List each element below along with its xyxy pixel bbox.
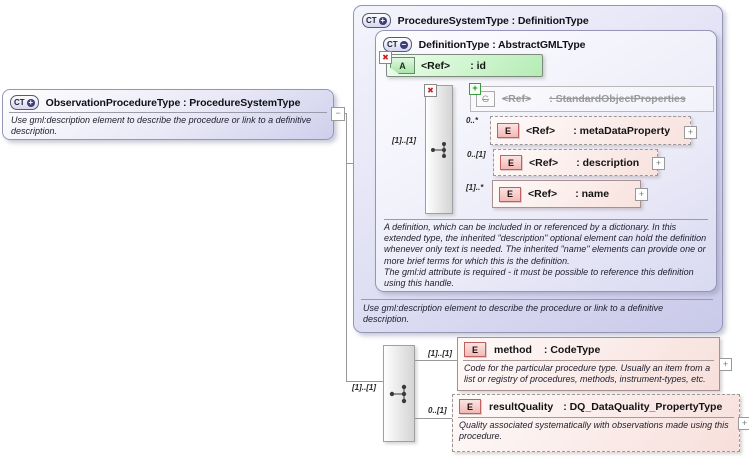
- connector-main-vertical: [346, 113, 347, 382]
- connector-to-resultquality: [413, 418, 452, 419]
- procedure-system-header: CT + ProcedureSystemType : DefinitionTyp…: [362, 13, 589, 28]
- element-type: : DQ_DataQuality_PropertyType: [563, 400, 723, 413]
- complex-type-icon: CT +: [362, 13, 391, 28]
- observation-description: Use gml:description element to describe …: [11, 115, 312, 137]
- definition-description-1: A definition, which can be included in o…: [384, 222, 707, 266]
- collapse-toggle[interactable]: −: [331, 107, 345, 121]
- element-type: : metaDataProperty: [573, 124, 671, 137]
- procedure-system-title: ProcedureSystemType : DefinitionType: [397, 14, 589, 27]
- element-name-label: resultQuality: [489, 400, 554, 413]
- group-standardobjectproperties[interactable]: G <Ref> : StandardObjectProperties: [470, 86, 714, 112]
- element-icon: E: [500, 155, 522, 170]
- definition-description-2: The gml:id attribute is required - it mu…: [384, 267, 694, 289]
- resultquality-description: Quality associated systematically with o…: [459, 420, 729, 442]
- complex-type-icon: CT −: [383, 37, 412, 52]
- name-cardinality: [1]..*: [466, 183, 484, 192]
- element-icon: E: [497, 123, 519, 138]
- main-sequence-bar[interactable]: [383, 345, 415, 442]
- connector-to-main-sequence: [347, 381, 383, 382]
- expand-icon[interactable]: +: [652, 157, 665, 170]
- attribute-ref: <Ref>: [421, 59, 451, 72]
- outer-separator: [361, 299, 713, 300]
- method-cardinality: [1]..[1]: [428, 349, 452, 358]
- element-ref: <Ref>: [526, 124, 556, 137]
- observation-header: CT + ObservationProcedureType : Procedur…: [10, 95, 300, 110]
- element-ref: <Ref>: [529, 156, 559, 169]
- expand-icon[interactable]: +: [635, 188, 648, 201]
- element-ref: <Ref>: [528, 188, 558, 200]
- element-name[interactable]: E <Ref> : name: [492, 180, 641, 208]
- inner-separator: [384, 219, 708, 220]
- element-resultquality[interactable]: E resultQuality : DQ_DataQuality_Propert…: [452, 394, 740, 452]
- element-name-label: method: [494, 343, 532, 356]
- expanded-badge-icon: +: [26, 97, 35, 107]
- element-type: : CodeType: [543, 343, 601, 356]
- element-icon: E: [499, 186, 521, 202]
- method-description: Code for the particular procedure type. …: [464, 363, 711, 385]
- element-icon: E: [459, 399, 481, 414]
- schema-diagram: CT + ProcedureSystemType : DefinitionTyp…: [0, 0, 749, 458]
- expand-icon[interactable]: +: [738, 417, 749, 430]
- expand-icon[interactable]: +: [719, 358, 732, 371]
- definition-type-title: DefinitionType : AbstractGMLType: [418, 38, 586, 51]
- main-sequence-cardinality: [1]..[1]: [352, 383, 376, 392]
- inner-sequence-bar[interactable]: [425, 85, 453, 214]
- element-type: : description: [576, 156, 640, 169]
- connector-to-method: [413, 360, 457, 361]
- element-metadataproperty[interactable]: E <Ref> : metaDataProperty: [490, 116, 691, 145]
- metadataproperty-cardinality: 0..*: [466, 116, 479, 125]
- sequence-icon: [429, 140, 449, 160]
- inner-sequence-cardinality: [1]..[1]: [392, 136, 416, 145]
- observation-title: ObservationProcedureType : ProcedureSyst…: [45, 96, 301, 109]
- element-type: : name: [575, 188, 610, 200]
- delete-icon[interactable]: ✖: [424, 84, 437, 97]
- observation-procedure-type-box[interactable]: CT + ObservationProcedureType : Procedur…: [2, 89, 334, 140]
- expand-icon[interactable]: +: [684, 126, 697, 139]
- group-type: : StandardObjectProperties: [549, 93, 686, 105]
- method-header: E method : CodeType: [458, 338, 719, 360]
- expanded-badge-icon: +: [378, 15, 387, 25]
- element-method[interactable]: E method : CodeType Code for the particu…: [457, 337, 720, 391]
- complex-type-icon: CT +: [10, 95, 39, 110]
- collapsed-badge-icon: −: [399, 39, 408, 49]
- delete-icon[interactable]: ✖: [379, 51, 392, 64]
- sequence-icon: [388, 383, 410, 405]
- element-icon: E: [464, 342, 486, 357]
- procedure-system-description: Use gml:description element to describe …: [363, 303, 664, 325]
- observation-separator: [9, 112, 327, 113]
- description-cardinality: 0..[1]: [467, 150, 486, 159]
- definition-type-header: CT − DefinitionType : AbstractGMLType: [383, 37, 586, 52]
- attribute-type: : id: [470, 59, 486, 72]
- add-icon[interactable]: +: [469, 83, 481, 95]
- group-ref: <Ref>: [502, 93, 532, 105]
- resultquality-cardinality: 0..[1]: [428, 406, 447, 415]
- element-description[interactable]: E <Ref> : description: [493, 149, 658, 176]
- attribute-id-box[interactable]: A <Ref> : id: [386, 54, 543, 77]
- attribute-icon: A: [390, 57, 415, 74]
- resultquality-header: E resultQuality : DQ_DataQuality_Propert…: [453, 395, 739, 417]
